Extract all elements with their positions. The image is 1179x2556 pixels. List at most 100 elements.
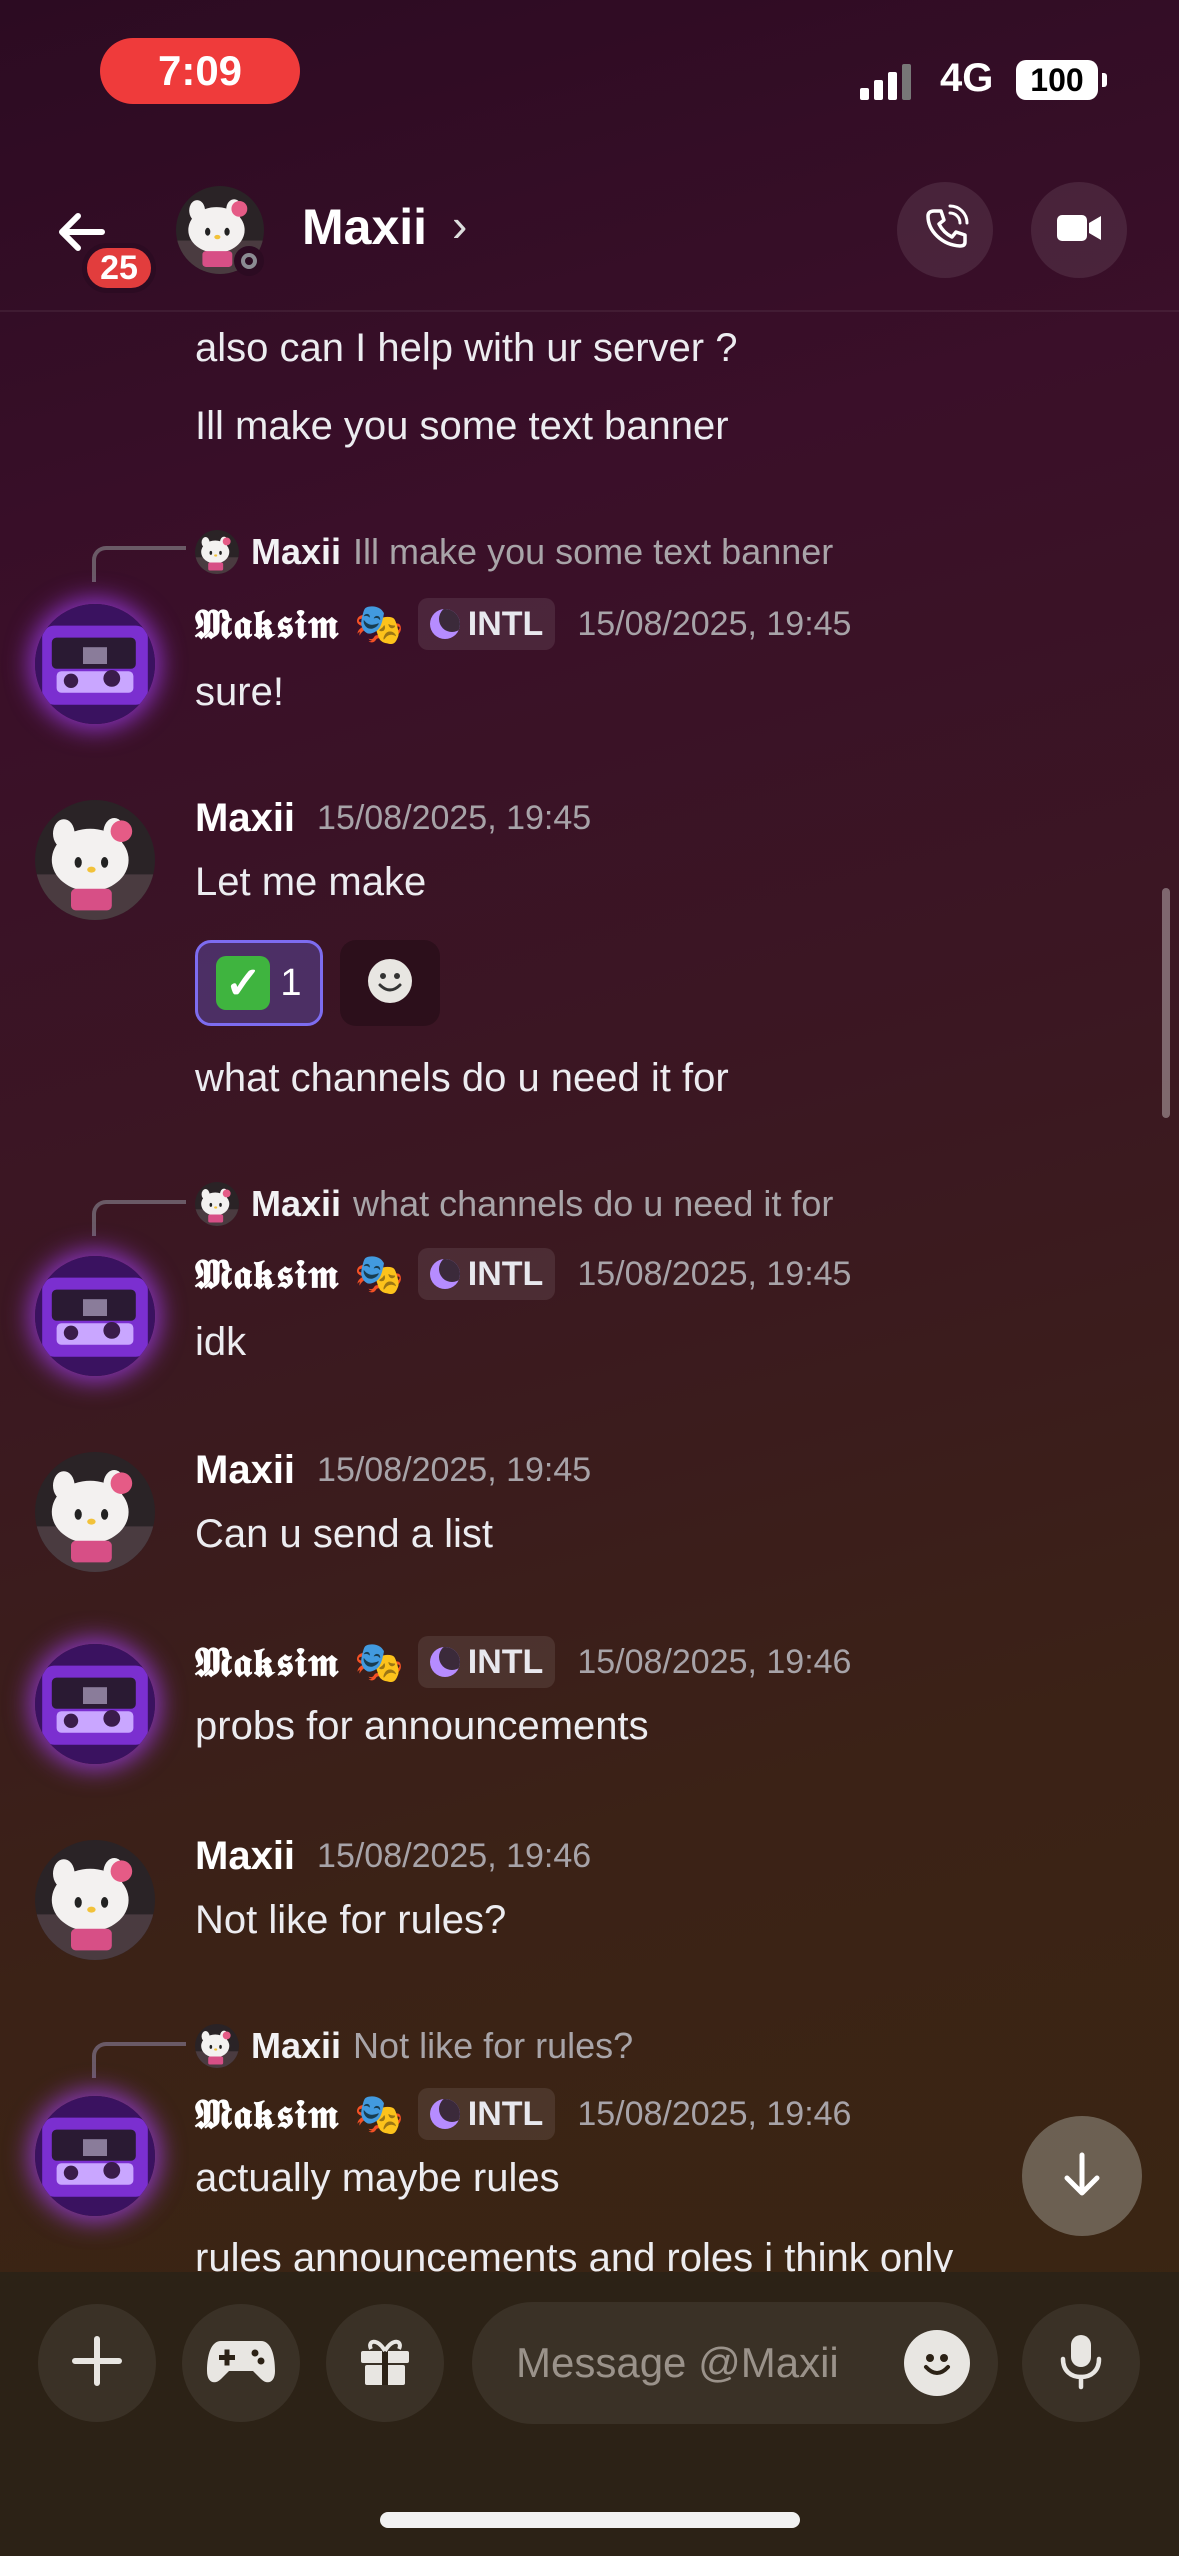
masks-emoji-icon: 🎭 — [353, 1252, 404, 1297]
username[interactable]: 𝕸𝖆𝖐𝖘𝖎𝖒 — [195, 2091, 340, 2138]
username[interactable]: Maxii — [195, 1834, 295, 1879]
home-indicator[interactable] — [380, 2512, 800, 2528]
username[interactable]: 𝕸𝖆𝖐𝖘𝖎𝖒 — [195, 1639, 340, 1686]
reply-spine — [92, 1200, 186, 1236]
masks-emoji-icon: 🎭 — [353, 1640, 404, 1685]
avatar[interactable] — [35, 1256, 155, 1376]
guild-tag[interactable]: INTL — [417, 598, 556, 650]
timestamp: 15/08/2025, 19:46 — [317, 1836, 592, 1875]
avatar[interactable] — [35, 2096, 155, 2216]
message-text: what channels do u need it for — [195, 1056, 729, 1100]
guild-tag-label: INTL — [467, 2094, 544, 2133]
avatar — [195, 1182, 239, 1226]
guild-tag-label: INTL — [467, 1642, 544, 1681]
reply-preview[interactable]: Maxii Not like for rules? — [195, 2024, 633, 2068]
moon-icon — [429, 1647, 460, 1677]
masks-emoji-icon: 🎭 — [353, 2092, 404, 2137]
microphone-icon — [1053, 2331, 1109, 2396]
guild-tag-label: INTL — [467, 604, 544, 643]
gift-icon — [355, 2331, 415, 2396]
timestamp: 15/08/2025, 19:45 — [577, 604, 852, 643]
header-title[interactable]: Maxii — [302, 198, 427, 256]
timestamp: 15/08/2025, 19:46 — [577, 1642, 852, 1681]
username[interactable]: 𝕸𝖆𝖐𝖘𝖎𝖒 — [195, 601, 340, 648]
avatar[interactable] — [35, 1644, 155, 1764]
message-text: actually maybe rules — [195, 2156, 560, 2200]
avatar — [195, 530, 239, 574]
avatar[interactable] — [35, 1452, 155, 1572]
checkmark-emoji-icon: ✓ — [216, 956, 271, 1010]
avatar — [195, 2024, 239, 2068]
call-button[interactable] — [897, 182, 993, 278]
message-list[interactable]: also can I help with ur server ? Ill mak… — [0, 312, 1179, 2272]
message-header: Maxii 15/08/2025, 19:45 — [195, 788, 591, 848]
timestamp: 15/08/2025, 19:45 — [317, 798, 592, 837]
message-header: 𝕸𝖆𝖐𝖘𝖎𝖒 🎭 INTL 15/08/2025, 19:46 — [195, 1632, 851, 1692]
reply-author: Maxii — [251, 1183, 342, 1224]
reaction-count: 1 — [280, 961, 302, 1004]
add-reaction-button[interactable] — [340, 940, 440, 1026]
message-text: sure! — [195, 670, 284, 714]
message-input-placeholder: Message @Maxii — [516, 2339, 839, 2386]
signal-icon — [860, 60, 911, 100]
plus-icon — [67, 2331, 127, 2396]
message-text: Ill make you some text banner — [195, 404, 729, 448]
phone-call-icon — [920, 203, 970, 258]
gift-button[interactable] — [326, 2304, 444, 2422]
message-header: 𝕸𝖆𝖐𝖘𝖎𝖒 🎭 INTL 15/08/2025, 19:45 — [195, 594, 851, 654]
moon-icon — [429, 2099, 460, 2129]
message-input[interactable]: Message @Maxii — [472, 2302, 998, 2424]
message-text: Let me make — [195, 860, 427, 904]
status-time: 7:09 — [100, 38, 300, 104]
guild-tag-label: INTL — [467, 1254, 544, 1293]
guild-tag[interactable]: INTL — [417, 1636, 556, 1688]
message-text: Not like for rules? — [195, 1898, 507, 1942]
chat-header: 25 Maxii › — [0, 150, 1179, 312]
reply-text: what channels do u need it for — [353, 1183, 834, 1224]
offline-status-icon — [234, 246, 264, 276]
reply-preview[interactable]: Maxii Ill make you some text banner — [195, 530, 833, 574]
message-text: Can u send a list — [195, 1512, 493, 1556]
battery-icon: 100 — [1016, 60, 1107, 100]
gamepad-icon — [205, 2333, 277, 2394]
reply-preview[interactable]: Maxii what channels do u need it for — [195, 1182, 833, 1226]
message-text: also can I help with ur server ? — [195, 326, 738, 370]
username[interactable]: 𝕸𝖆𝖐𝖘𝖎𝖒 — [195, 1251, 340, 1298]
voice-message-button[interactable] — [1022, 2304, 1140, 2422]
timestamp: 15/08/2025, 19:46 — [577, 2094, 852, 2133]
guild-tag[interactable]: INTL — [417, 2088, 556, 2140]
moon-icon — [429, 609, 460, 639]
reply-author: Maxii — [251, 531, 342, 572]
username[interactable]: Maxii — [195, 1448, 295, 1493]
avatar[interactable] — [35, 800, 155, 920]
reaction-chip[interactable]: ✓ 1 — [195, 940, 323, 1026]
masks-emoji-icon: 🎭 — [353, 602, 404, 647]
network-type: 4G — [940, 56, 994, 100]
moon-icon — [429, 1259, 460, 1289]
reply-spine — [92, 2042, 186, 2078]
unread-badge: 25 — [82, 243, 156, 293]
message-header: 𝕸𝖆𝖐𝖘𝖎𝖒 🎭 INTL 15/08/2025, 19:45 — [195, 1244, 851, 1304]
timestamp: 15/08/2025, 19:45 — [577, 1254, 852, 1293]
reply-spine — [92, 546, 186, 582]
video-call-button[interactable] — [1031, 182, 1127, 278]
reply-text: Not like for rules? — [353, 2025, 634, 2066]
emoji-icon[interactable] — [904, 2330, 970, 2396]
avatar[interactable] — [35, 1840, 155, 1960]
username[interactable]: Maxii — [195, 796, 295, 841]
reply-author: Maxii — [251, 2025, 342, 2066]
jump-to-latest-button[interactable] — [1022, 2116, 1142, 2236]
attach-button[interactable] — [38, 2304, 156, 2422]
status-bar: 7:09 4G 100 — [0, 0, 1179, 150]
message-text: probs for announcements — [195, 1704, 649, 1748]
message-text: rules announcements and roles i think on… — [195, 2236, 954, 2272]
timestamp: 15/08/2025, 19:45 — [317, 1450, 592, 1489]
guild-tag[interactable]: INTL — [417, 1248, 556, 1300]
message-header: Maxii 15/08/2025, 19:45 — [195, 1440, 591, 1500]
chevron-right-icon[interactable]: › — [452, 198, 467, 252]
reply-text: Ill make you some text banner — [353, 531, 834, 572]
message-header: 𝕸𝖆𝖐𝖘𝖎𝖒 🎭 INTL 15/08/2025, 19:46 — [195, 2084, 851, 2144]
scrollbar[interactable] — [1162, 888, 1170, 1118]
activities-button[interactable] — [182, 2304, 300, 2422]
avatar[interactable] — [35, 604, 155, 724]
